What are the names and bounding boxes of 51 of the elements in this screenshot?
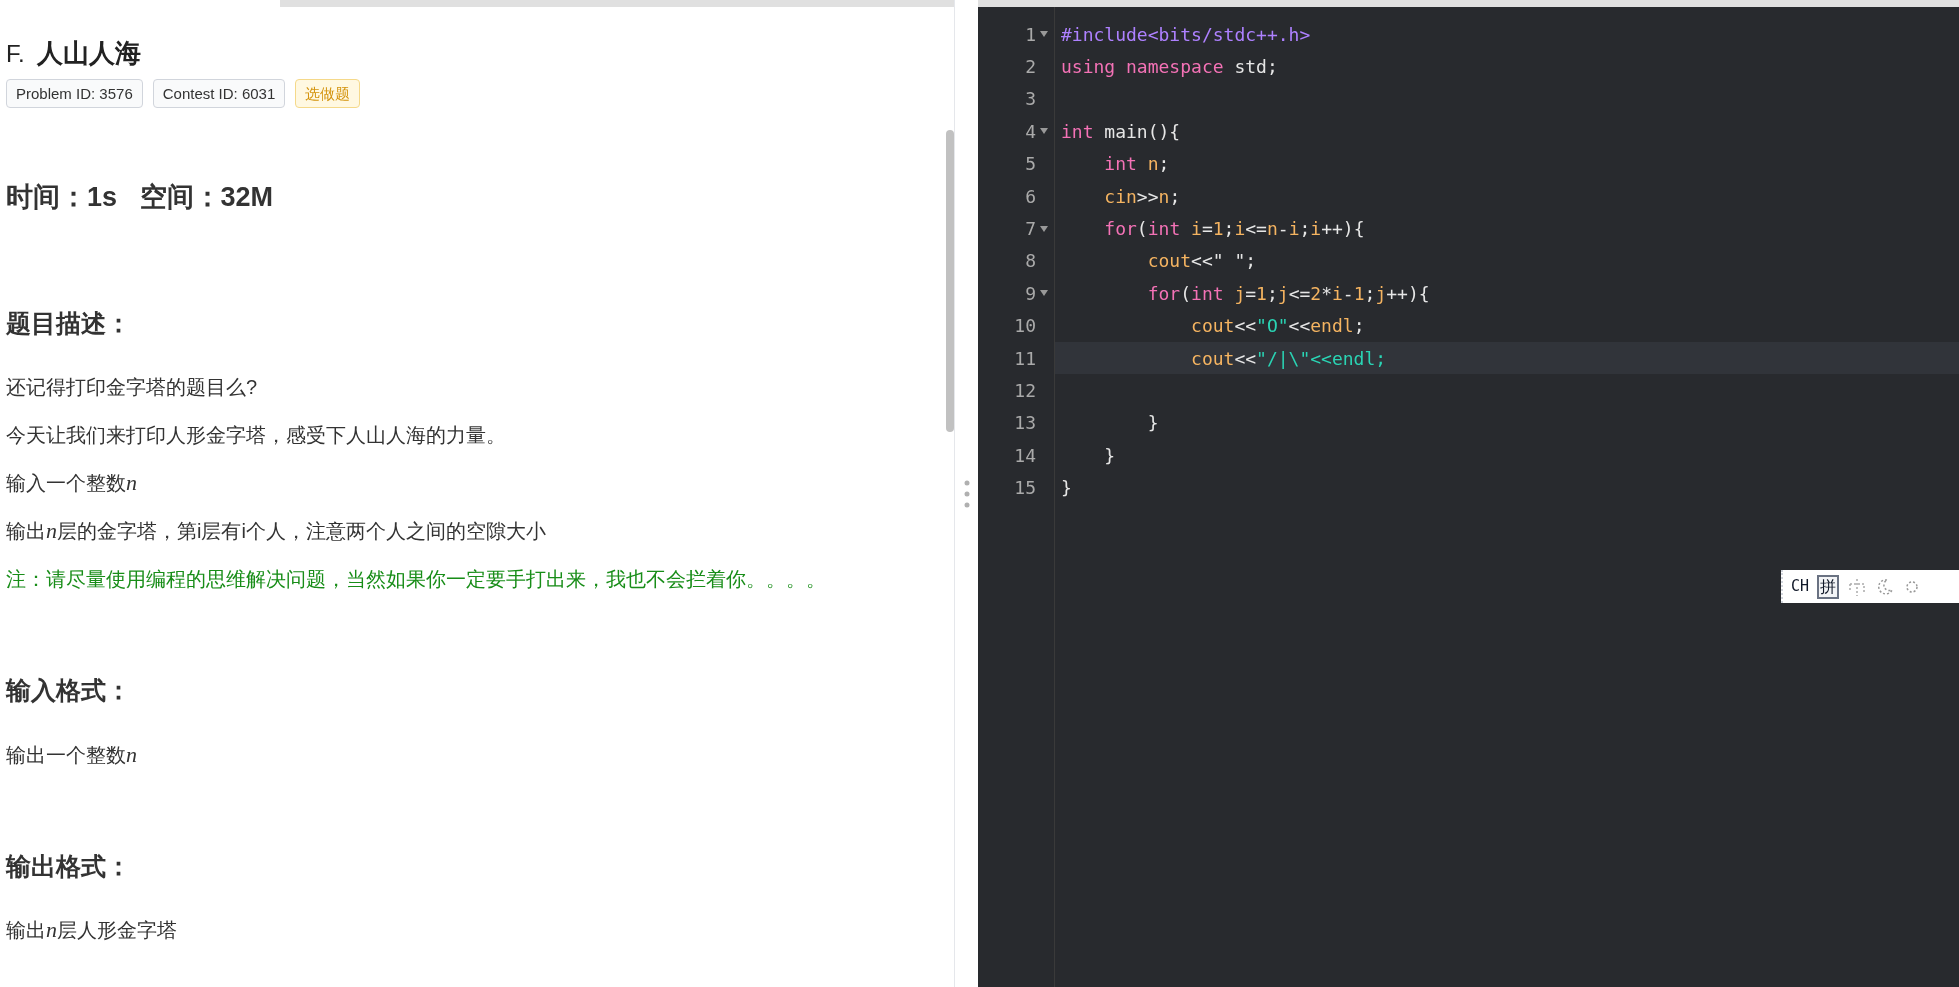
line-number: 13 xyxy=(1014,411,1036,436)
paragraph: 注：请尽量使用编程的思维解决问题，当然如果你一定要手打出来，我也不会拦着你。。。。 xyxy=(6,567,827,592)
ime-input-method-label[interactable]: 拼 xyxy=(1817,574,1840,599)
line-number: 14 xyxy=(1014,443,1036,468)
drag-handle-icon[interactable] xyxy=(963,478,970,509)
section-heading: 输出格式： xyxy=(6,850,132,882)
code-line: int n; xyxy=(1103,152,1171,177)
paragraph: 输出n层的金字塔，第i层有i个人，注意两个人之间的空隙大小 xyxy=(6,517,547,545)
problem-letter: F. xyxy=(6,39,25,69)
tag-label: Problem ID: 3576 xyxy=(6,79,143,108)
code-line: for(int j=1;j<=2*i-1;j++){ xyxy=(1146,281,1431,306)
section-heading: 输入格式： xyxy=(6,675,132,706)
code-line: using namespace std; xyxy=(1060,55,1279,80)
code-line: cout<<"O"<<endl; xyxy=(1190,314,1366,339)
fold-arrow-icon[interactable] xyxy=(1040,290,1048,297)
code-line: cout<<" "; xyxy=(1146,249,1258,274)
paragraph: 输入一个整数n xyxy=(6,469,138,497)
line-number: 11 xyxy=(1014,346,1036,371)
paragraph: 今天让我们来打印人形金字塔，感受下人山人海的力量。 xyxy=(6,423,507,448)
line-number: 15 xyxy=(1014,476,1036,501)
code-line: for(int i=1;i<=n-i;i++){ xyxy=(1103,217,1366,242)
ime-mode-label[interactable]: CH xyxy=(1791,575,1810,598)
line-number: 4 xyxy=(1025,119,1036,144)
line-number: 2 xyxy=(1025,55,1036,80)
fold-arrow-icon[interactable] xyxy=(1040,128,1048,135)
code-line: #include<bits/stdc++.h> xyxy=(1060,22,1312,47)
line-number: 5 xyxy=(1025,152,1036,177)
code-line: } xyxy=(1146,411,1160,436)
fold-arrow-icon[interactable] xyxy=(1040,225,1048,232)
fold-arrow-icon[interactable] xyxy=(1040,31,1048,38)
paragraph: 还记得打印金字塔的题目么? xyxy=(6,375,259,400)
line-number: 10 xyxy=(1014,314,1036,339)
code-line: cin>>n; xyxy=(1103,184,1182,209)
code-line: } xyxy=(1103,443,1117,468)
line-number: 9 xyxy=(1025,281,1036,306)
tag-label: Contest ID: 6031 xyxy=(152,79,286,108)
scrollbar-thumb[interactable] xyxy=(946,130,954,432)
time-memory-limits: 时间：1s 空间：32M xyxy=(6,181,275,214)
paragraph: 输出一个整数n xyxy=(6,740,138,769)
code-line: int main(){ xyxy=(1060,119,1182,144)
line-number: 3 xyxy=(1025,87,1036,112)
code-line: } xyxy=(1060,476,1073,501)
line-number: 8 xyxy=(1025,249,1036,274)
line-number: 7 xyxy=(1025,217,1036,242)
problem-title: 人山人海 xyxy=(36,37,141,70)
line-number: 6 xyxy=(1025,184,1036,209)
paragraph: 输出n层人形金字塔 xyxy=(6,916,178,944)
line-number: 1 xyxy=(1025,22,1036,47)
section-heading: 题目描述： xyxy=(6,307,132,339)
line-number: 12 xyxy=(1014,379,1036,403)
tag-label: 选做题 xyxy=(295,79,361,108)
